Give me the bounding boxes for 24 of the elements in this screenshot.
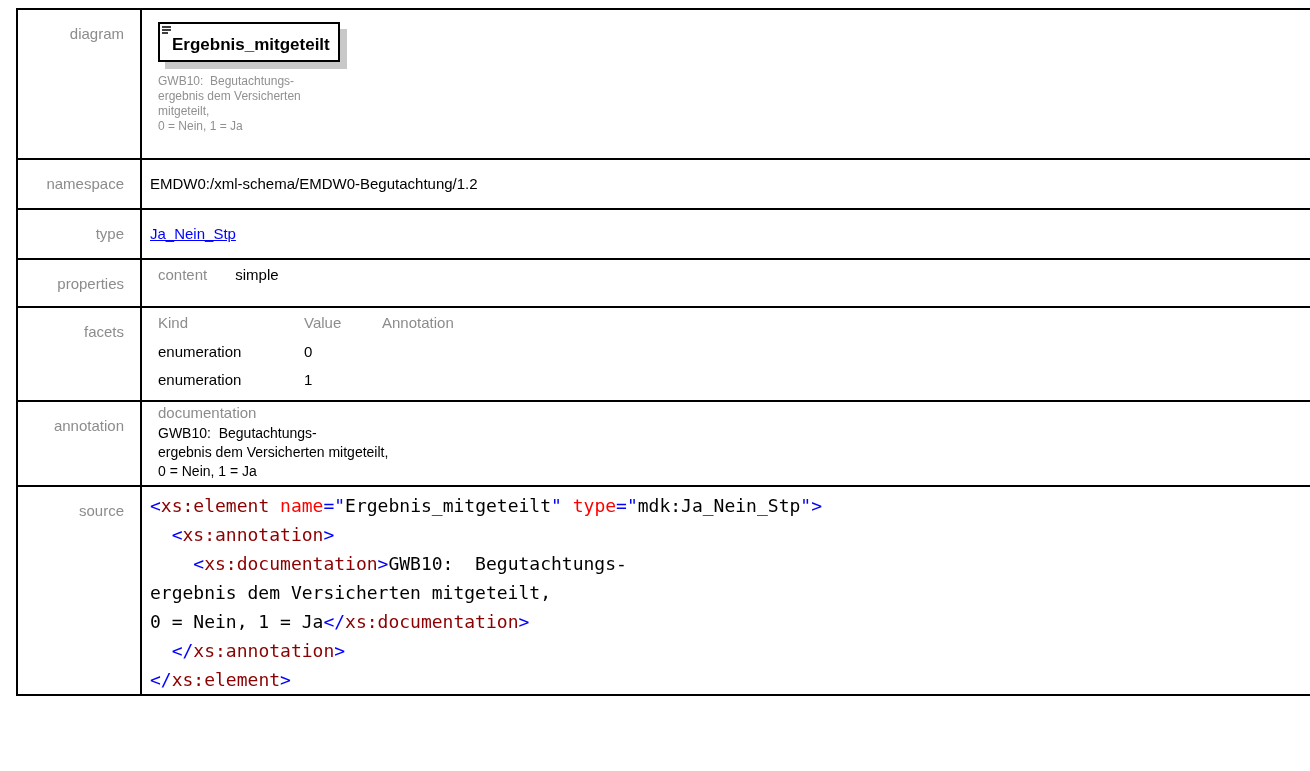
element-icon: [162, 26, 171, 34]
row-label: annotation: [53, 416, 124, 434]
table-cell-text: enumeration: [158, 370, 243, 390]
annotation-heading: documentation: [158, 402, 258, 423]
table-cell-text: 1: [304, 370, 314, 390]
source-code: <xs:element name="Ergebnis_mitgeteilt" type="mdk:Ja_Nein_Stp"> <xs:annotation> <xs:documentation>GWB10: Begutachtungs- ergebnis dem Versicherten mitgeteilt, 0 = Nein, 1 = Ja</xs:documentation> </xs:annotation> </xs:element>: [149, 494, 823, 692]
table-cell-text: enumeration: [158, 341, 243, 362]
element-name: Ergebnis_mitgeteilt: [172, 35, 330, 54]
column-header: Value: [304, 313, 343, 333]
property-name: content: [158, 264, 208, 285]
row-label: properties: [57, 274, 124, 292]
property-value: simple: [235, 264, 279, 285]
row-label: diagram: [69, 25, 124, 42]
row-label: source: [78, 502, 124, 519]
column-header: Kind: [158, 313, 190, 333]
row-label: type: [95, 224, 124, 242]
column-header: Annotation: [382, 313, 454, 333]
row-label: facets: [83, 323, 124, 340]
table-cell-text: 0: [304, 341, 314, 362]
namespace-value: EMDW0:/xml-schema/EMDW0-Begutachtung/1.2: [150, 174, 478, 192]
type-link[interactable]: Ja_Nein_Stp: [150, 224, 236, 242]
annotation-text: GWB10: Begutachtungs- ergebnis dem Versicherten mitgeteilt, 0 = Nein, 1 = Ja: [158, 424, 390, 481]
element-note: GWB10: Begutachtungs- ergebnis dem Versicherten mitgeteilt, 0 = Nein, 1 = Ja: [158, 73, 302, 134]
row-label: namespace: [46, 174, 124, 192]
